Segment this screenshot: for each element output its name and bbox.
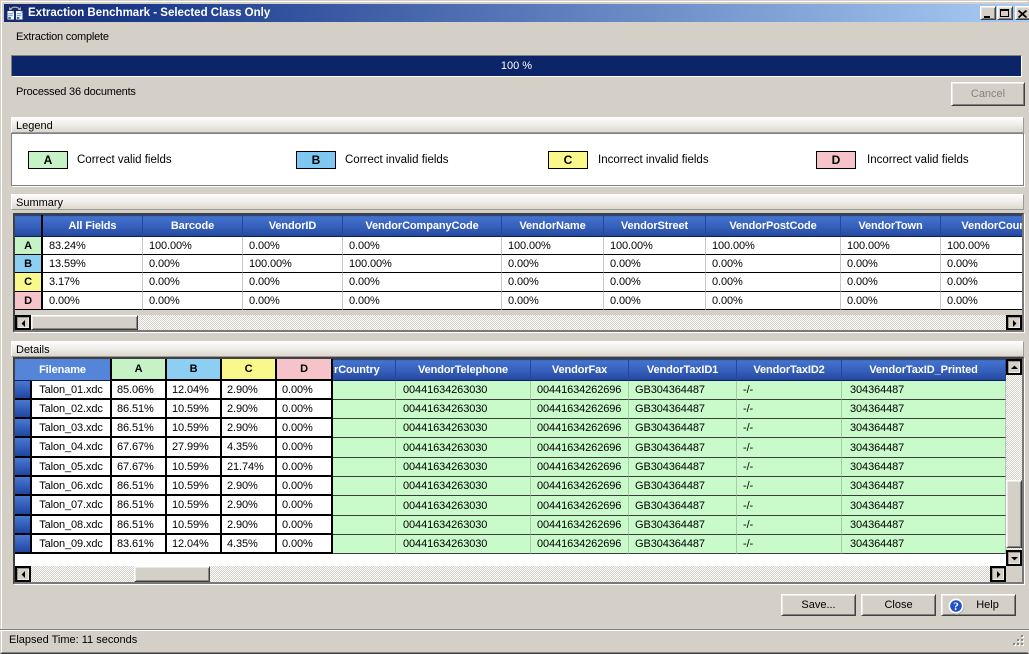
svg-text:?: ? — [953, 601, 959, 613]
